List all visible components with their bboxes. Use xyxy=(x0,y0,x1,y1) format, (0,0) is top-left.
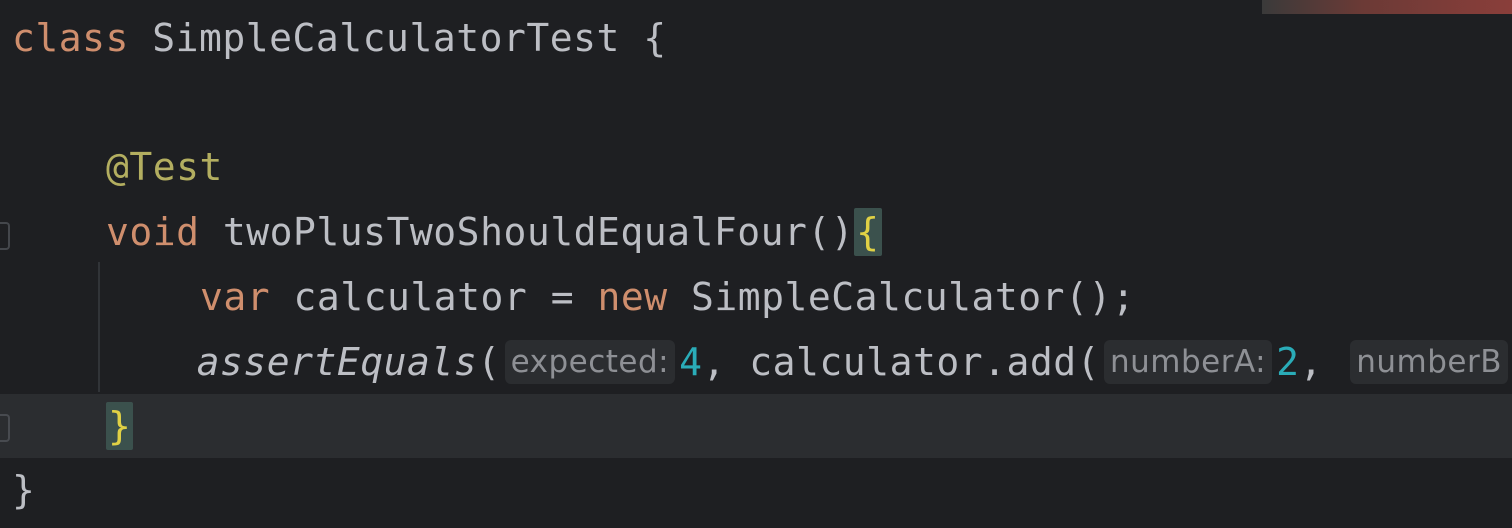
code-line-annotation[interactable]: @Test xyxy=(0,135,1512,199)
param-hint-number-a: numberA: xyxy=(1103,340,1273,384)
comma: , xyxy=(1299,340,1323,384)
keyword-new: new xyxy=(597,275,668,319)
add-call: calculator.add( xyxy=(749,340,1100,384)
method-name: twoPlusTwoShouldEqualFour xyxy=(222,210,808,254)
constructor-name: SimpleCalculator xyxy=(691,275,1066,319)
param-hint-number-b: numberB xyxy=(1350,340,1508,384)
variable-name: calculator xyxy=(293,275,528,319)
keyword-class: class xyxy=(12,16,129,60)
keyword-void: void xyxy=(106,210,200,254)
code-line-class-close[interactable]: } xyxy=(0,458,1512,522)
code-line-class-declaration[interactable]: class SimpleCalculatorTest { xyxy=(0,6,1512,70)
number-a-value: 2 xyxy=(1276,340,1300,384)
test-annotation: @Test xyxy=(106,145,223,189)
code-line-current-close-brace[interactable]: } xyxy=(0,394,1512,458)
matched-open-brace: { xyxy=(854,208,882,256)
expected-value: 4 xyxy=(679,340,703,384)
code-line-assert[interactable]: assertEquals ( expected: 4 , calculator.… xyxy=(0,330,1512,394)
matched-close-brace: } xyxy=(106,402,134,450)
method-parens: () xyxy=(807,210,855,254)
code-line-method-declaration[interactable]: void twoPlusTwoShouldEqualFour () { xyxy=(0,200,1512,264)
code-line-var-declaration[interactable]: var calculator = new SimpleCalculator ()… xyxy=(0,265,1512,329)
open-paren: ( xyxy=(477,340,501,384)
keyword-var: var xyxy=(200,275,271,319)
assign-operator: = xyxy=(550,275,575,319)
open-brace: { xyxy=(643,16,667,60)
assert-equals-call: assertEquals xyxy=(196,340,478,384)
param-hint-expected: expected: xyxy=(504,340,676,384)
constructor-call-tail: (); xyxy=(1065,275,1136,319)
comma: , xyxy=(702,340,726,384)
class-close-brace: } xyxy=(12,468,36,512)
code-editor[interactable]: class SimpleCalculatorTest { @Test void … xyxy=(0,0,1512,528)
fold-end-marker-icon[interactable] xyxy=(0,414,10,442)
class-name: SimpleCalculatorTest xyxy=(152,16,620,60)
